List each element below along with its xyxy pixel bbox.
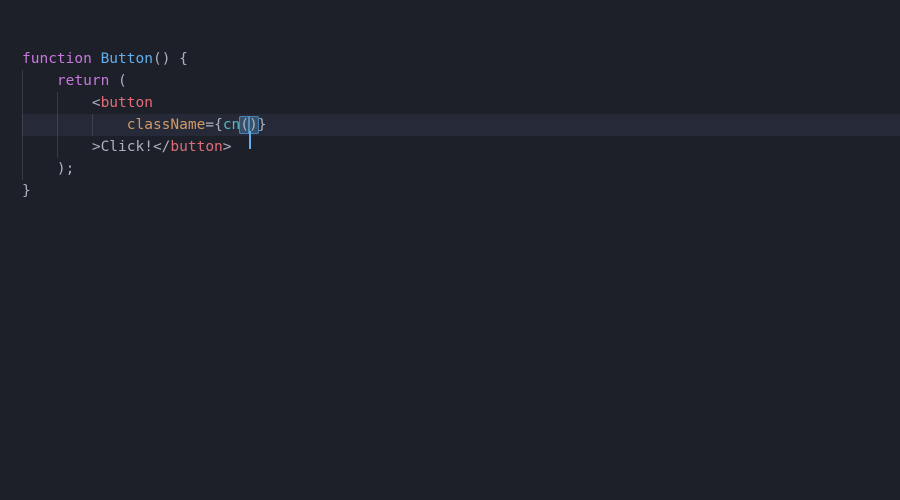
code-token: } xyxy=(258,117,267,133)
code-line[interactable]: >Click!</button> xyxy=(22,136,900,158)
code-line[interactable]: <button xyxy=(22,92,900,114)
code-line[interactable]: function Button() { xyxy=(22,48,900,70)
code-token xyxy=(22,117,127,133)
code-token: Button xyxy=(101,51,153,67)
indent-guide xyxy=(22,114,23,136)
code-token: button xyxy=(101,95,153,111)
code-token: > xyxy=(223,139,232,155)
code-token: >Click!</ xyxy=(22,139,170,155)
indent-guide xyxy=(22,158,23,180)
indent-guide xyxy=(22,92,23,114)
code-token: ); xyxy=(22,161,74,177)
code-token: className xyxy=(127,117,206,133)
code-token: ={ xyxy=(205,117,222,133)
code-token: { xyxy=(170,51,187,67)
code-token: } xyxy=(22,183,31,199)
code-line[interactable]: } xyxy=(22,180,900,202)
indent-guide xyxy=(57,92,58,114)
code-token: function xyxy=(22,51,92,67)
code-token: button xyxy=(170,139,222,155)
code-token: () xyxy=(153,51,170,67)
code-token xyxy=(92,51,101,67)
code-token xyxy=(22,73,57,89)
code-editor[interactable]: function Button() { return ( <button cla… xyxy=(0,0,900,202)
code-token: cn xyxy=(223,117,240,133)
code-line[interactable]: className={cn()} xyxy=(22,114,900,136)
text-cursor xyxy=(249,131,251,149)
code-token: < xyxy=(22,95,101,111)
code-line[interactable]: ); xyxy=(22,158,900,180)
code-token: ( xyxy=(109,73,126,89)
code-line[interactable]: return ( xyxy=(22,70,900,92)
indent-guide xyxy=(57,136,58,158)
indent-guide xyxy=(22,136,23,158)
code-token: return xyxy=(57,73,109,89)
indent-guide xyxy=(22,70,23,92)
indent-guide xyxy=(57,114,58,136)
indent-guide xyxy=(92,114,93,136)
